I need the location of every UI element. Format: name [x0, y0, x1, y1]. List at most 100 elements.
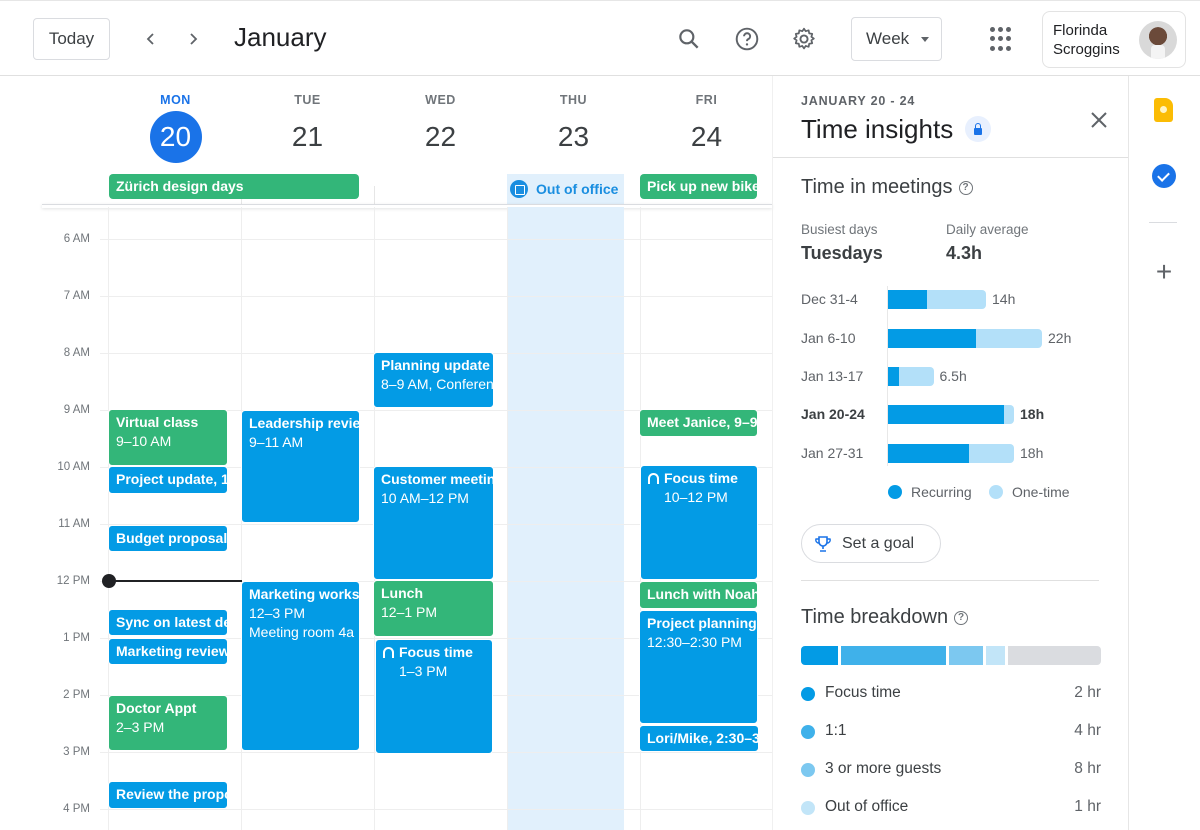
event-title: Meet Janice, 9–9:30 AM	[647, 414, 758, 430]
event-focus-time-fri[interactable]: Focus time 10–12 PM	[640, 465, 758, 580]
event-title: Review the proposal	[116, 786, 227, 802]
chart-bar-segment-recurring	[888, 290, 927, 309]
event-location: Meeting room 4a	[249, 624, 355, 640]
breakdown-segment-remaining	[1008, 646, 1101, 665]
side-panel-rail: +	[1128, 76, 1200, 830]
breakdown-name: 3 or more guests	[825, 760, 942, 777]
avatar	[1139, 21, 1177, 59]
event-focus-time-wed[interactable]: Focus time 1–3 PM	[375, 639, 493, 754]
hour-line	[100, 296, 772, 297]
breakdown-segment	[801, 646, 838, 665]
tasks-icon[interactable]	[1152, 164, 1176, 188]
event-title: Project planning	[647, 615, 757, 631]
help-button[interactable]	[731, 23, 763, 55]
event-project-planning[interactable]: Project planning 12:30–2:30 PM	[639, 610, 758, 724]
chart-bar	[888, 290, 986, 309]
chart-value-label: 6.5h	[939, 368, 967, 384]
day-header-tue[interactable]: TUE 21	[241, 76, 374, 176]
time-insights-panel: JANUARY 20 - 24 Time insights Time in me…	[772, 76, 1129, 830]
legend-one-time: One-time	[989, 484, 1070, 500]
all-day-event-out-of-office[interactable]: Out of office	[507, 174, 624, 204]
breakdown-name: Focus time	[825, 684, 901, 701]
day-number-today[interactable]: 20	[149, 111, 202, 163]
close-icon	[1091, 112, 1107, 128]
help-icon[interactable]: ?	[958, 180, 973, 195]
search-button[interactable]	[673, 23, 705, 55]
help-icon[interactable]: ?	[954, 610, 969, 625]
time-grid: 6 AM 7 AM 8 AM 9 AM 10 AM 11 AM 12 PM 1 …	[0, 207, 772, 830]
all-day-event-zurich[interactable]: Zürich design days	[109, 174, 359, 199]
day-name: TUE	[294, 93, 321, 107]
breakdown-segment	[949, 646, 983, 665]
day-header-fri[interactable]: FRI 24	[640, 76, 773, 176]
day-header-thu[interactable]: THU 23	[507, 76, 640, 176]
apps-grid-icon[interactable]	[990, 27, 1016, 53]
event-virtual-class[interactable]: Virtual class 9–10 AM	[108, 409, 228, 466]
previous-week-button[interactable]	[136, 23, 166, 55]
event-lunch[interactable]: Lunch 12–1 PM	[373, 580, 494, 637]
chart-row[interactable]: Jan 6-10 22h	[801, 329, 1101, 349]
next-week-button[interactable]	[178, 23, 208, 55]
rail-divider	[1149, 222, 1177, 223]
account-button[interactable]: Florinda Scroggins	[1042, 11, 1186, 68]
breakdown-row-one-on-one[interactable]: 1:1 4 hr	[801, 722, 1101, 742]
event-marketing-review[interactable]: Marketing review	[108, 638, 228, 665]
event-lunch-noah[interactable]: Lunch with Noah	[639, 581, 758, 609]
chart-value-label: 18h	[1020, 406, 1045, 422]
settings-button[interactable]	[788, 23, 820, 55]
breakdown-dot	[801, 763, 815, 777]
all-day-event-bike[interactable]: Pick up new bike	[640, 174, 757, 199]
event-customer-meeting[interactable]: Customer meeting 10 AM–12 PM	[373, 466, 494, 580]
chart-bar-segment-one-time	[926, 290, 986, 309]
event-project-update[interactable]: Project update, 10–10:30 AM	[108, 466, 228, 494]
close-button[interactable]	[1087, 108, 1111, 132]
out-of-office-block[interactable]	[507, 207, 624, 830]
breakdown-row-three-plus-guests[interactable]: 3 or more guests 8 hr	[801, 760, 1101, 780]
chart-category-label: Dec 31-4	[801, 291, 858, 307]
event-budget-proposal[interactable]: Budget proposal	[108, 525, 228, 552]
event-time: 10 AM–12 PM	[381, 490, 469, 506]
chart-row[interactable]: Jan 13-17 6.5h	[801, 367, 1101, 387]
event-marketing-workshop[interactable]: Marketing workshop 12–3 PM Meeting room …	[241, 581, 360, 751]
day-number[interactable]: 24	[681, 111, 733, 163]
day-header-wed[interactable]: WED 22	[374, 76, 507, 176]
section-title: Time breakdown	[801, 606, 949, 628]
lock-icon[interactable]	[965, 116, 991, 142]
chart-row[interactable]: Jan 20-24 18h	[801, 405, 1101, 425]
day-number[interactable]: 21	[282, 111, 334, 163]
add-addon-icon[interactable]: +	[1152, 258, 1176, 286]
chevron-right-icon	[190, 33, 198, 45]
chart-category-label: Jan 27-31	[801, 445, 864, 461]
search-icon	[679, 29, 699, 49]
chart-row[interactable]: Jan 27-31 18h	[801, 444, 1101, 464]
keep-icon[interactable]	[1154, 98, 1173, 122]
set-goal-button[interactable]: Set a goal	[801, 524, 941, 563]
current-time-dot	[102, 574, 116, 588]
event-time: 9–10 AM	[116, 433, 172, 449]
panel-divider	[773, 157, 1129, 158]
event-doctor-appt[interactable]: Doctor Appt 2–3 PM	[108, 695, 228, 751]
account-name: Florinda Scroggins	[1053, 21, 1120, 59]
day-number[interactable]: 23	[548, 111, 600, 163]
breakdown-row-out-of-office[interactable]: Out of office 1 hr	[801, 798, 1101, 818]
day-header-mon[interactable]: MON 20	[109, 76, 242, 176]
hour-label: 6 AM	[63, 233, 90, 245]
section-divider	[801, 580, 1099, 581]
today-button[interactable]: Today	[33, 18, 110, 60]
day-number[interactable]: 22	[415, 111, 467, 163]
event-sync-latest[interactable]: Sync on latest deck	[108, 609, 228, 636]
event-review-proposal[interactable]: Review the proposal	[108, 781, 228, 809]
event-title: Lori/Mike, 2:30–3 PM	[647, 730, 759, 746]
chart-row[interactable]: Dec 31-4 14h	[801, 290, 1101, 310]
breakdown-dot	[801, 725, 815, 739]
event-title: Planning update	[381, 357, 490, 373]
breakdown-row-focus-time[interactable]: Focus time 2 hr	[801, 684, 1101, 704]
event-planning-update[interactable]: Planning update 8–9 AM, Conference room	[373, 352, 494, 408]
hour-label: 3 PM	[63, 746, 90, 758]
view-select[interactable]: Week	[851, 17, 942, 61]
event-leadership-review[interactable]: Leadership review 9–11 AM	[241, 410, 360, 523]
event-meet-janice[interactable]: Meet Janice, 9–9:30 AM	[639, 409, 758, 437]
event-lori-mike[interactable]: Lori/Mike, 2:30–3 PM	[639, 725, 759, 752]
event-title: Focus time	[399, 644, 473, 660]
hour-line	[100, 809, 772, 810]
